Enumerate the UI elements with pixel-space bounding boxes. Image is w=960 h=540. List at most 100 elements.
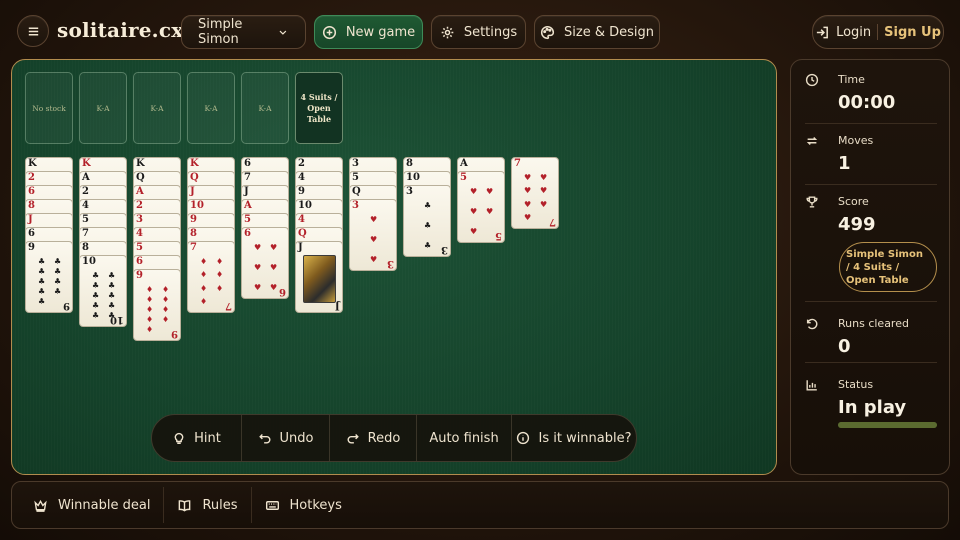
card-rank: 8 [28, 200, 35, 211]
rules-link[interactable]: Rules [164, 487, 252, 523]
suit-pip: ♥ [370, 215, 378, 224]
suit-pip: ♣ [38, 287, 46, 296]
stock-slot[interactable]: No stock [25, 72, 73, 144]
size-design-label: Size & Design [564, 24, 654, 40]
playing-card[interactable]: 9 ♦ ♦ ♦ ♦ ♦ ♦ ♦ ♦ ♦ 9 [133, 269, 181, 341]
suit-pip: ♥ [370, 235, 378, 244]
card-rank: A [136, 186, 144, 197]
suit-pip: ♥ [270, 283, 278, 292]
playing-card[interactable]: 10 ♣ ♣ ♣ ♣ ♣ ♣ ♣ ♣ ♣ ♣ 10 [79, 255, 127, 327]
suit-pip: ♣ [108, 271, 116, 280]
suit-pip: ♣ [54, 277, 62, 286]
stats-sidebar: Time 00:00 Moves 1 Score 499 Simple Simo… [790, 59, 950, 475]
suit-pip: ♦ [162, 305, 170, 314]
winnable-deal-link[interactable]: Winnable deal [20, 487, 165, 523]
login-link[interactable]: Login [836, 25, 871, 40]
suit-pip: ♦ [162, 315, 170, 324]
card-rank-bottom: 7 [549, 216, 556, 227]
suit-pip: ♣ [424, 221, 432, 230]
undo-button[interactable]: Undo [242, 415, 330, 461]
card-rank: 7 [190, 242, 197, 253]
suit-pip: ♦ [200, 270, 208, 280]
variant-label: Simple Simon [198, 17, 243, 47]
moves-label: Moves [838, 134, 874, 147]
foundation-slot[interactable]: K-A [187, 72, 235, 144]
card-rank: 6 [28, 186, 35, 197]
card-rank: 5 [460, 172, 467, 183]
login-icon [816, 26, 828, 38]
status-progress-fill [838, 422, 937, 428]
suit-pip: ♦ [146, 305, 154, 314]
playing-card[interactable]: 3 ♥ ♥ ♥ 3 [349, 199, 397, 271]
card-rank: 6 [244, 158, 251, 169]
card-rank: J [28, 214, 33, 225]
playing-card[interactable]: 6 ♥ ♥ ♥ ♥ ♥ ♥ 6 [241, 227, 289, 299]
playing-card[interactable]: JJ [295, 241, 343, 313]
chevron-down-icon [279, 30, 287, 35]
redo-button[interactable]: Redo [330, 415, 417, 461]
divider [805, 301, 937, 302]
suit-pip: ♥ [254, 283, 262, 292]
hint-button[interactable]: Hint [152, 415, 242, 461]
card-rank: Q [190, 172, 199, 183]
suit-pip: ♦ [146, 295, 154, 304]
variant-select[interactable]: Simple Simon [181, 15, 306, 49]
undo-icon [258, 434, 270, 444]
suit-pip: ♣ [108, 301, 116, 310]
card-rank: 9 [28, 242, 35, 253]
suit-pip: ♦ [146, 315, 154, 324]
card-rank: 3 [406, 186, 413, 197]
suit-pip: ♥ [254, 263, 262, 272]
hotkeys-link[interactable]: Hotkeys [252, 487, 355, 523]
card-rank: 10 [82, 256, 96, 267]
settings-button[interactable]: Settings [431, 15, 526, 49]
suit-pip: ♣ [92, 301, 100, 310]
foundation-slot[interactable]: K-A [133, 72, 181, 144]
suit-pip: ♣ [108, 291, 116, 300]
foundation-slot[interactable]: K-A [79, 72, 127, 144]
suit-pip: ♣ [424, 241, 432, 250]
suit-pip: ♣ [54, 287, 62, 296]
suit-pip: ♥ [470, 227, 478, 236]
suit-pip: ♦ [146, 325, 154, 334]
time-value: 00:00 [838, 92, 896, 113]
card-rank: 5 [352, 172, 359, 183]
suit-pip: ♥ [540, 186, 548, 196]
plus-circle-icon [322, 25, 336, 39]
signup-link[interactable]: Sign Up [884, 25, 941, 40]
foundation-slot[interactable]: K-A [241, 72, 289, 144]
playing-card[interactable]: 3 ♣ ♣ ♣ 3 [403, 185, 451, 257]
size-design-button[interactable]: Size & Design [534, 15, 660, 49]
hotkeys-label: Hotkeys [289, 497, 342, 513]
suit-pip: ♦ [216, 257, 224, 266]
suit-pip: ♥ [470, 207, 478, 216]
suit-pip: ♣ [92, 271, 100, 280]
clock-icon [805, 73, 819, 87]
card-rank: 8 [190, 228, 197, 239]
variant-info-slot: 4 Suits / Open Table [295, 72, 343, 144]
divider [805, 123, 937, 124]
card-rank-bottom: 9 [171, 328, 178, 339]
palette-icon [540, 25, 555, 39]
playing-card[interactable]: 7 ♦ ♦ ♦ ♦ ♦ ♦ ♦ 7 [187, 241, 235, 313]
suit-pip: ♦ [146, 285, 154, 294]
card-rank-bottom: 3 [387, 258, 394, 269]
brand-logo[interactable]: solitaire.cx [57, 18, 183, 42]
suit-pip: ♥ [524, 213, 532, 222]
card-rank: 2 [298, 158, 305, 169]
card-rank: 2 [28, 172, 35, 183]
menu-button[interactable] [17, 15, 49, 47]
playing-card[interactable]: 9 ♣ ♣ ♣ ♣ ♣ ♣ ♣ ♣ ♣ 9 [25, 241, 73, 313]
card-rank: 8 [82, 242, 89, 253]
suit-pip: ♥ [540, 199, 548, 209]
playing-card[interactable]: 7 ♥ ♥ ♥ ♥ ♥ ♥ ♥ 7 [511, 157, 559, 229]
new-game-button[interactable]: New game [314, 15, 423, 49]
card-rank: 3 [136, 214, 143, 225]
gear-icon [441, 26, 454, 38]
card-rank-bottom: 9 [63, 300, 70, 311]
auto-finish-button[interactable]: Auto finish [417, 415, 512, 461]
suit-pip: ♥ [270, 263, 278, 272]
suit-pip: ♥ [524, 199, 532, 209]
is-winnable-button[interactable]: Is it winnable? [512, 415, 636, 461]
playing-card[interactable]: 5 ♥ ♥ ♥ ♥ ♥ 5 [457, 171, 505, 243]
